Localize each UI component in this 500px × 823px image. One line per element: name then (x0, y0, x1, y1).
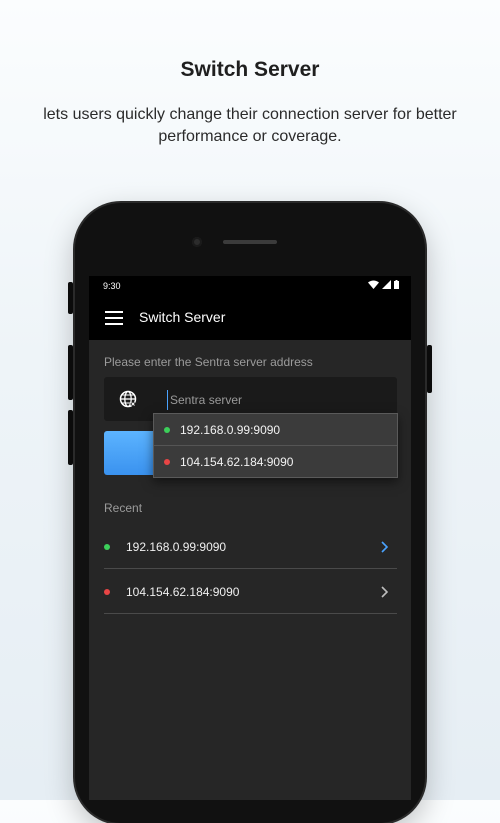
status-icons (368, 280, 399, 289)
recent-server-address: 104.154.62.184:9090 (126, 584, 240, 599)
signal-icon (382, 280, 391, 289)
recent-section-label: Recent (104, 501, 143, 515)
status-bar: 9:30 (89, 276, 411, 296)
app-bar-title: Switch Server (139, 309, 226, 325)
phone-side-button (68, 345, 73, 400)
phone-side-button (68, 410, 73, 465)
status-dot-icon (164, 458, 170, 465)
page-description: lets users quickly change their connecti… (43, 106, 457, 145)
globe-icon (119, 390, 137, 408)
suggestion-item[interactable]: 192.168.0.99:9090 (154, 414, 397, 445)
suggestion-address: 192.168.0.99:9090 (180, 422, 281, 437)
chevron-right-icon (381, 540, 389, 553)
server-address-prompt: Please enter the Sentra server address (104, 355, 313, 369)
recent-server-address: 192.168.0.99:9090 (126, 539, 227, 554)
status-dot-icon (104, 588, 110, 595)
wifi-icon (368, 280, 379, 289)
phone-screen: 9:30 Switch Server Please enter the Sent… (89, 276, 411, 800)
recent-server-item[interactable]: 192.168.0.99:9090 (104, 525, 397, 569)
phone-side-button (68, 282, 73, 314)
recent-server-item[interactable]: 104.154.62.184:9090 (104, 570, 397, 614)
chevron-right-icon (381, 585, 389, 598)
hamburger-menu-icon[interactable] (105, 311, 123, 325)
phone-side-button (427, 345, 432, 393)
status-dot-icon (164, 426, 170, 433)
status-dot-icon (104, 543, 110, 550)
status-time: 9:30 (103, 281, 121, 291)
front-camera (192, 237, 202, 247)
server-address-input[interactable] (167, 390, 372, 410)
suggestion-address: 104.154.62.184:9090 (180, 454, 294, 469)
earpiece-speaker (223, 240, 277, 244)
server-suggestions-dropdown: 192.168.0.99:9090 104.154.62.184:9090 (153, 413, 398, 478)
page-headline: Switch Server (180, 58, 320, 81)
app-bar: Switch Server (89, 296, 411, 340)
battery-icon (394, 280, 399, 289)
suggestion-item[interactable]: 104.154.62.184:9090 (154, 445, 397, 477)
